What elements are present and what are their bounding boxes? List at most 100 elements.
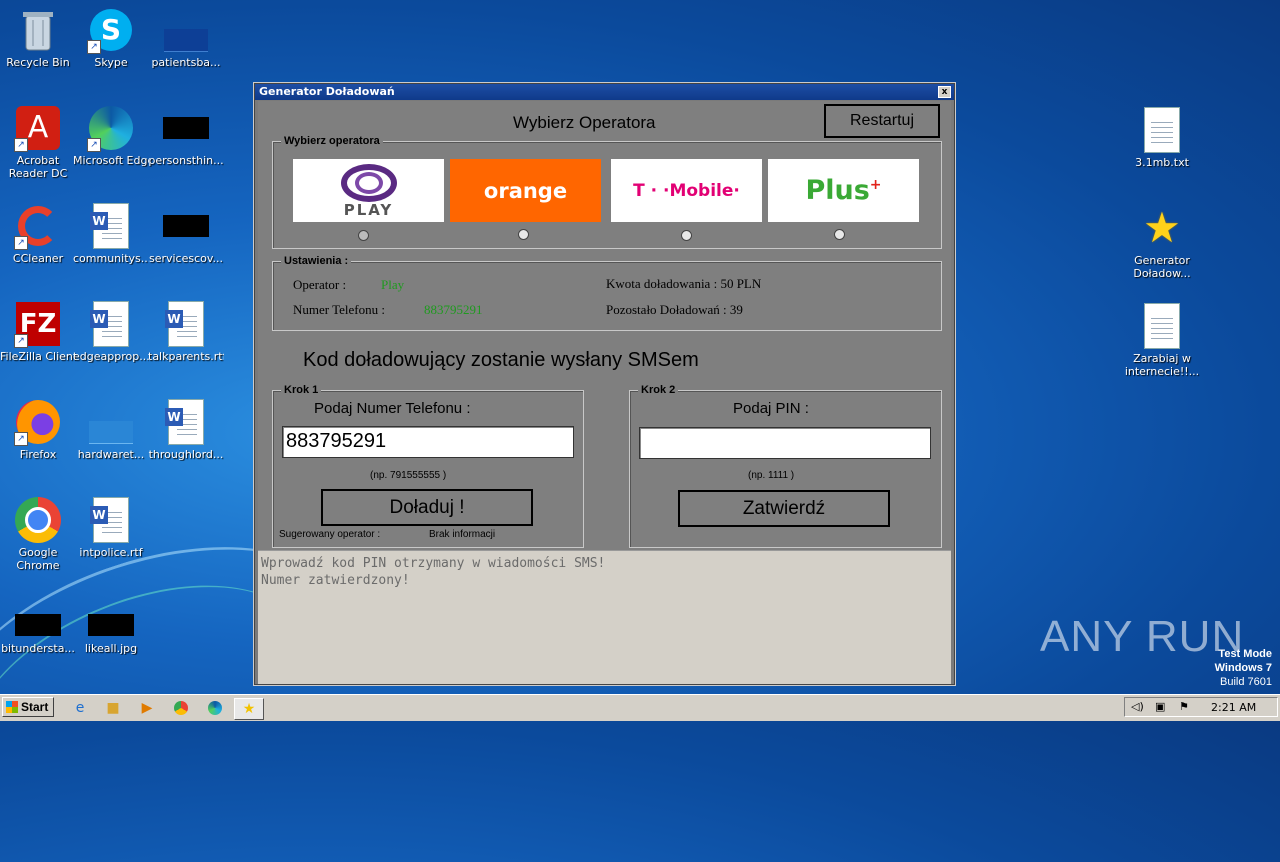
desktop-icon-bitunder[interactable]: bitundersta... — [0, 610, 76, 655]
desktop-icon-label: Google Chrome — [16, 546, 60, 572]
tmobile-logo-button[interactable]: T · ·Mobile· — [611, 159, 762, 222]
plus-radio[interactable] — [834, 229, 845, 240]
step2-hint: (np. 1111 ) — [748, 470, 795, 481]
desktop-icon-label: personsthin... — [148, 154, 224, 167]
ccleaner-icon: ↗ — [14, 202, 62, 250]
desktop-icon-label: Acrobat Reader DC — [8, 154, 68, 180]
folder-icon[interactable]: ■ — [103, 698, 123, 718]
desktop-icon-ccleaner[interactable]: ↗ CCleaner — [0, 202, 76, 265]
speaker-icon[interactable]: ◁) — [1131, 700, 1144, 713]
log-output[interactable]: Wprowadź kod PIN otrzymany w wiadomości … — [258, 550, 951, 684]
desktop-icon-label: talkparents.rtf — [148, 350, 224, 363]
word-document-icon: W — [87, 202, 135, 250]
desktop-icon-hardware[interactable]: hardwaret... — [73, 398, 149, 461]
clock[interactable]: 2:21 AM — [1211, 701, 1256, 714]
plus-logo-button[interactable]: Plus + — [768, 159, 919, 222]
network-icon[interactable]: ▣ — [1155, 700, 1165, 713]
desktop-icon-edge[interactable]: ↗ Microsoft Edge — [73, 104, 149, 167]
image-thumbnail-icon — [14, 610, 62, 640]
confirm-button[interactable]: Zatwierdź — [678, 490, 890, 527]
desktop-icon-label: FileZilla Client — [0, 350, 76, 363]
desktop-icon-firefox[interactable]: ↗ Firefox — [0, 398, 76, 461]
desktop-icon-intpolice[interactable]: W intpolice.rtf — [73, 496, 149, 559]
desktop-icon-talkparents[interactable]: W talkparents.rtf — [148, 300, 224, 363]
start-label: Start — [21, 700, 49, 714]
watermark-line: Test Mode — [1218, 648, 1272, 660]
chrome-icon[interactable] — [171, 698, 191, 718]
watermark-line: Build 7601 — [1220, 676, 1272, 688]
desktop-icon-label: likeall.jpg — [84, 642, 138, 655]
pin-input[interactable] — [639, 427, 931, 459]
desktop-icon-label: hardwaret... — [77, 448, 145, 461]
desktop-icon-edgeapprop[interactable]: W edgeapprop... — [73, 300, 149, 363]
edge-icon: ↗ — [87, 104, 135, 152]
desktop-icon-skype[interactable]: S ↗ Skype — [73, 6, 149, 69]
tmobile-logo-text: T · ·Mobile· — [633, 180, 740, 201]
orange-logo-button[interactable]: orange — [450, 159, 601, 222]
system-tray: ◁) ▣ ⚑ 2:21 AM — [1124, 697, 1278, 717]
desktop-icon-generator[interactable]: ★ Generator Doładow... — [1124, 203, 1200, 281]
desktop-icon-recycle-bin[interactable]: Recycle Bin — [0, 6, 76, 69]
desktop-icon-label: Skype — [94, 56, 128, 69]
image-thumbnail-icon — [162, 104, 210, 152]
group-label: Krok 1 — [281, 384, 322, 396]
play-logo-button[interactable]: PLAY — [293, 159, 444, 222]
window-titlebar[interactable]: Generator Doładowań x — [255, 84, 954, 100]
desktop-icon-label: servicescov... — [148, 252, 224, 265]
edge-icon[interactable] — [205, 698, 225, 718]
test-mode-watermark: Test Mode Windows 7 Build 7601 — [1215, 647, 1272, 689]
filezilla-icon: FZ ↗ — [14, 300, 62, 348]
recharge-button[interactable]: Doładuj ! — [321, 489, 533, 526]
image-thumbnail-icon — [162, 202, 210, 250]
desktop-icon-likeall[interactable]: likeall.jpg — [73, 610, 149, 655]
desktop-icon-filezilla[interactable]: FZ ↗ FileZilla Client — [0, 300, 76, 363]
chrome-icon — [14, 496, 62, 544]
desktop-icon-txt[interactable]: 3.1mb.txt — [1124, 106, 1200, 169]
desktop-icon-throughlord[interactable]: W throughlord... — [148, 398, 224, 461]
desktop-icon-label: intpolice.rtf — [79, 546, 143, 559]
desktop-icon-acrobat[interactable]: A ↗ Acrobat Reader DC — [0, 104, 76, 180]
word-document-icon: W — [87, 300, 135, 348]
desktop-icon-services[interactable]: servicescov... — [148, 202, 224, 265]
generator-task-icon[interactable]: ★ — [234, 698, 264, 720]
window-title: Generator Doładowań — [259, 85, 395, 98]
close-icon[interactable]: x — [938, 86, 951, 98]
desktop-icon-label: patientsba... — [151, 56, 221, 69]
word-document-icon: W — [162, 300, 210, 348]
media-player-icon[interactable]: ▶ — [137, 698, 157, 718]
group-label: Wybierz operatora — [281, 135, 383, 147]
operator-value: Play — [381, 277, 405, 292]
tmobile-radio[interactable] — [681, 230, 692, 241]
blank-file-icon — [162, 6, 210, 54]
play-logo-text: PLAY — [343, 200, 394, 219]
restart-button[interactable]: Restartuj — [824, 104, 940, 138]
desktop-icon-zarabiaj[interactable]: Zarabiaj w internecie!!... — [1124, 302, 1200, 378]
flag-icon[interactable]: ⚑ — [1179, 700, 1189, 713]
firefox-icon: ↗ — [14, 398, 62, 446]
start-button[interactable]: Start — [2, 697, 54, 717]
desktop-icon-label: Firefox — [19, 448, 57, 461]
desktop-icon-chrome[interactable]: Google Chrome — [0, 496, 76, 572]
image-thumbnail-icon — [87, 610, 135, 640]
log-line: Wprowadź kod PIN otrzymany w wiadomości … — [261, 556, 606, 571]
desktop-icon-patients[interactable]: patientsba... — [148, 6, 224, 69]
skype-icon: S ↗ — [87, 6, 135, 54]
ie-icon[interactable]: e — [70, 698, 90, 718]
blank-file-icon — [87, 398, 135, 446]
settings-group: Ustawienia : — [272, 255, 942, 331]
orange-radio[interactable] — [518, 229, 529, 240]
taskbar: Start e ■ ▶ ★ ◁) ▣ ⚑ 2:21 AM — [0, 694, 1280, 721]
desktop-icon-community[interactable]: W communitys... — [73, 202, 149, 265]
step1-hint: (np. 791555555 ) — [370, 470, 447, 481]
play-radio[interactable] — [358, 230, 369, 241]
recycle-bin-icon — [14, 6, 62, 54]
star-icon: ★ — [1143, 203, 1181, 252]
word-document-icon: W — [87, 496, 135, 544]
generator-window: Generator Doładowań x Wybierz Operatora … — [254, 83, 955, 685]
desktop-icon-persons[interactable]: personsthin... — [148, 104, 224, 167]
text-file-icon — [1138, 302, 1186, 350]
desktop-icon-label: edgeapprop... — [73, 350, 149, 363]
text-file-icon — [1138, 106, 1186, 154]
phone-input[interactable]: 883795291 — [282, 426, 574, 458]
log-line: Numer zatwierdzony! — [261, 573, 410, 588]
